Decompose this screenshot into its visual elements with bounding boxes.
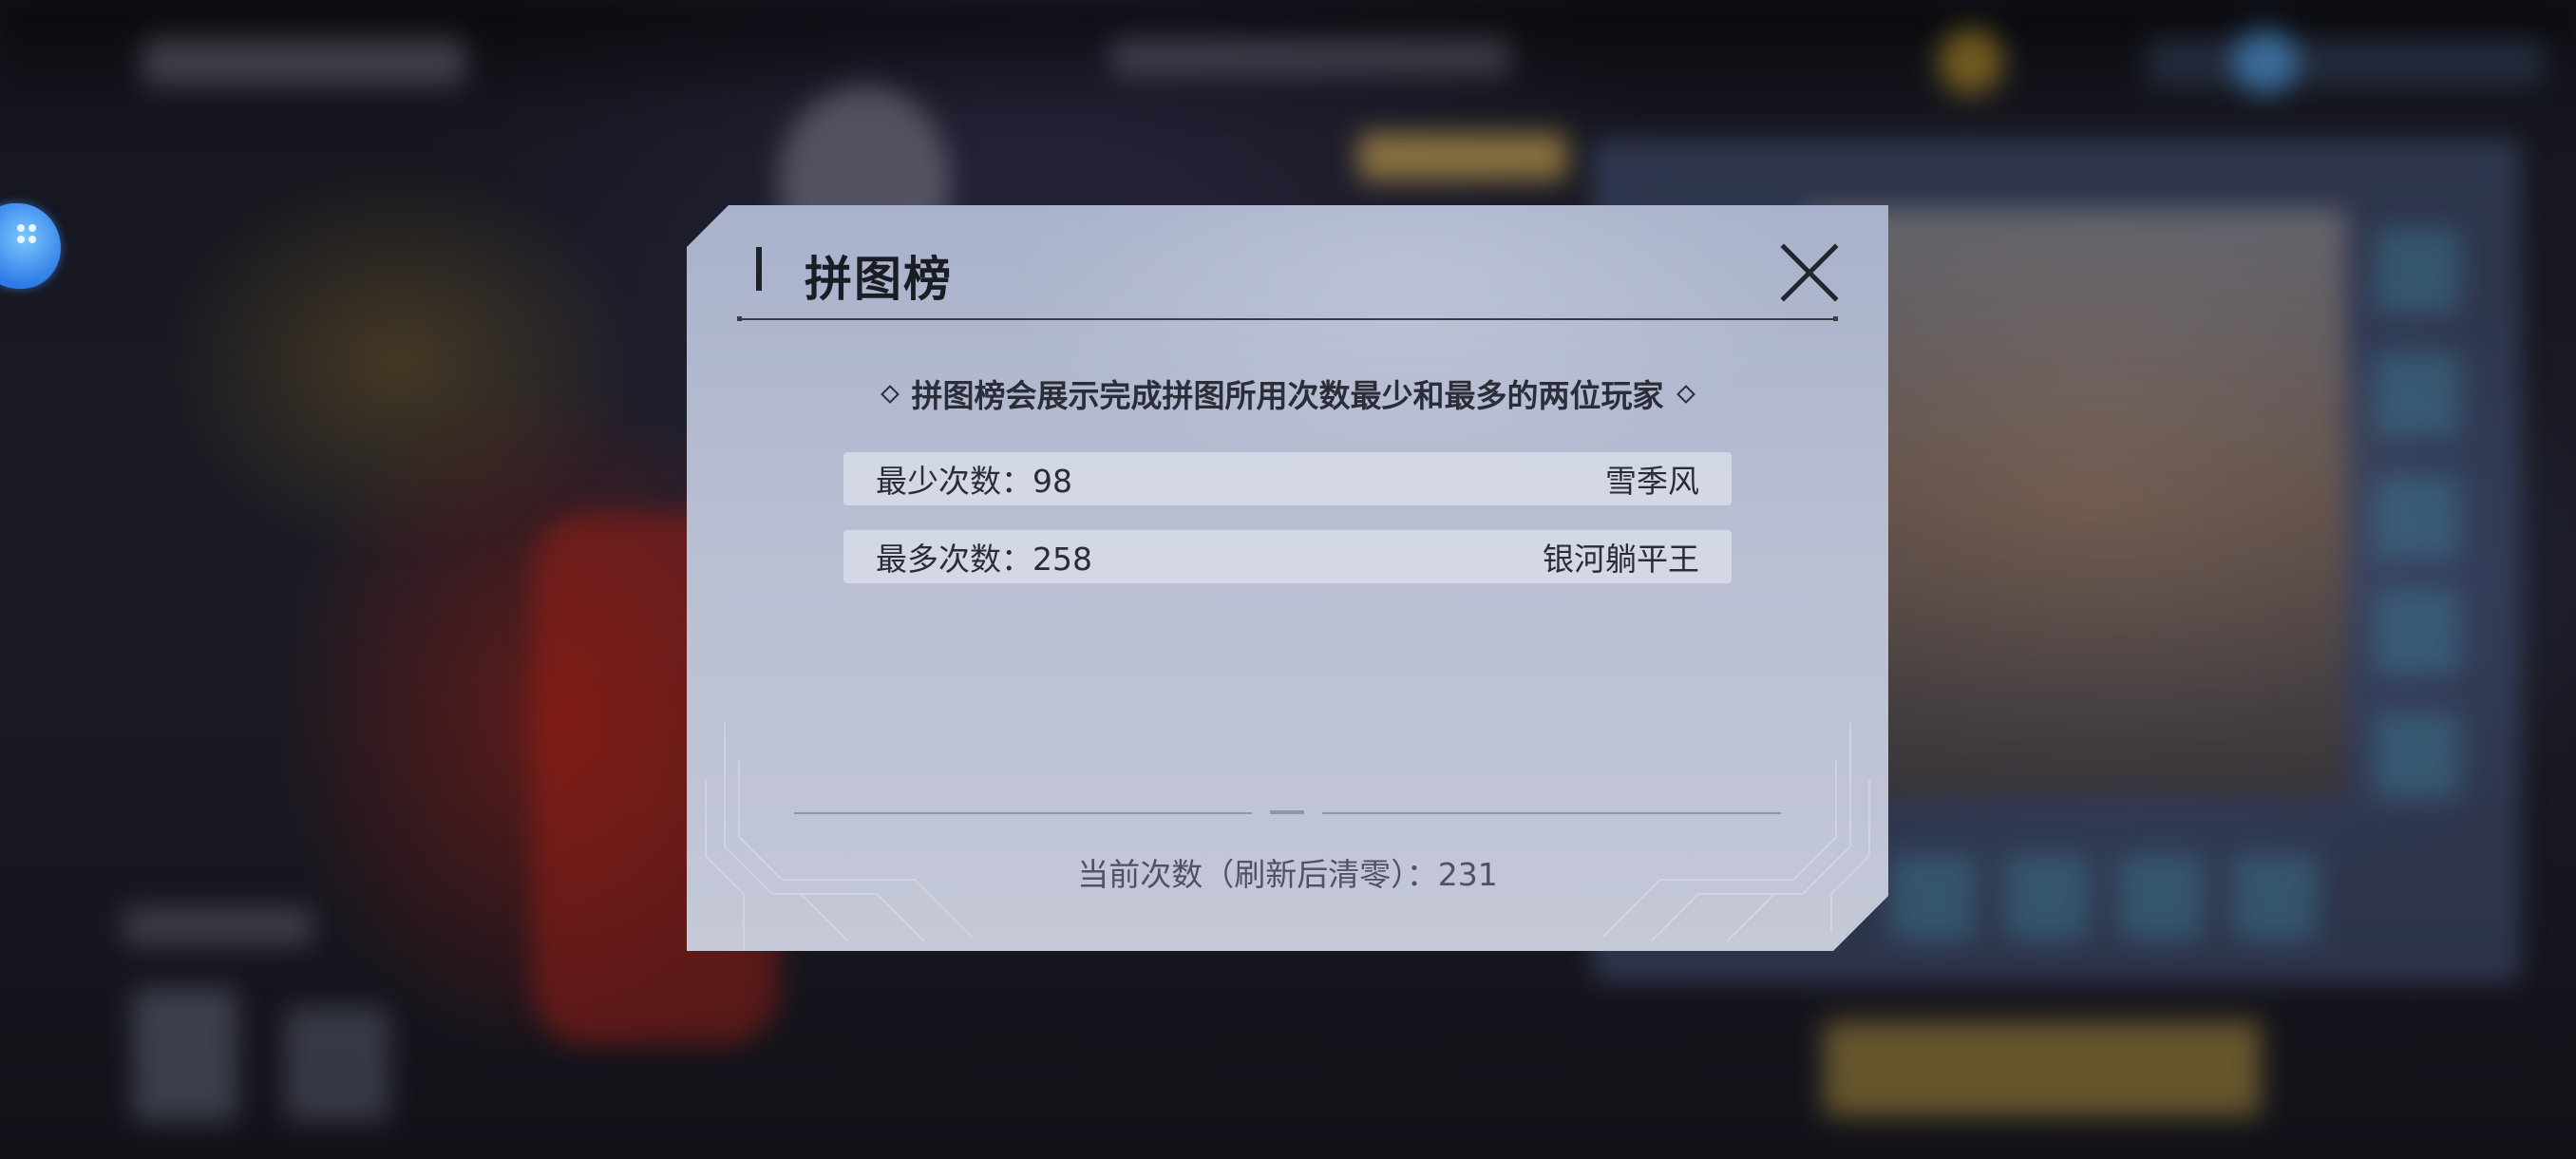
title-accent-bar bbox=[756, 247, 762, 291]
bottom-divider bbox=[794, 812, 1252, 814]
title-divider bbox=[739, 318, 1836, 320]
close-icon bbox=[1778, 241, 1841, 304]
close-button[interactable] bbox=[1778, 241, 1841, 304]
diamond-bullet-icon bbox=[1676, 385, 1695, 404]
notice-text: 拼图榜会展示完成拼图所用次数最少和最多的两位玩家 bbox=[911, 377, 1664, 414]
current-attempts-text: 当前次数（刷新后清零）：231 bbox=[1077, 856, 1498, 893]
puzzle-leaderboard-dialog: 拼图榜 拼图榜会展示完成拼图所用次数最少和最多的两位玩家 最少次数：98 雪季风… bbox=[687, 205, 1888, 951]
min-attempts-label: 最少次数：98 bbox=[876, 463, 1072, 500]
min-attempts-player: 雪季风 bbox=[1605, 463, 1699, 500]
leaderboard-notice: 拼图榜会展示完成拼图所用次数最少和最多的两位玩家 bbox=[687, 370, 1888, 416]
max-attempts-label: 最多次数：258 bbox=[876, 541, 1092, 578]
bottom-divider-center bbox=[1270, 810, 1304, 814]
diamond-bullet-icon bbox=[881, 385, 900, 404]
bottom-divider bbox=[1322, 812, 1781, 814]
min-attempts-row: 最少次数：98 雪季风 bbox=[843, 452, 1732, 505]
dialog-title: 拼图榜 bbox=[805, 252, 953, 307]
circuit-decoration bbox=[687, 704, 1888, 951]
max-attempts-player: 银河躺平王 bbox=[1543, 541, 1699, 578]
max-attempts-row: 最多次数：258 银河躺平王 bbox=[843, 530, 1732, 583]
